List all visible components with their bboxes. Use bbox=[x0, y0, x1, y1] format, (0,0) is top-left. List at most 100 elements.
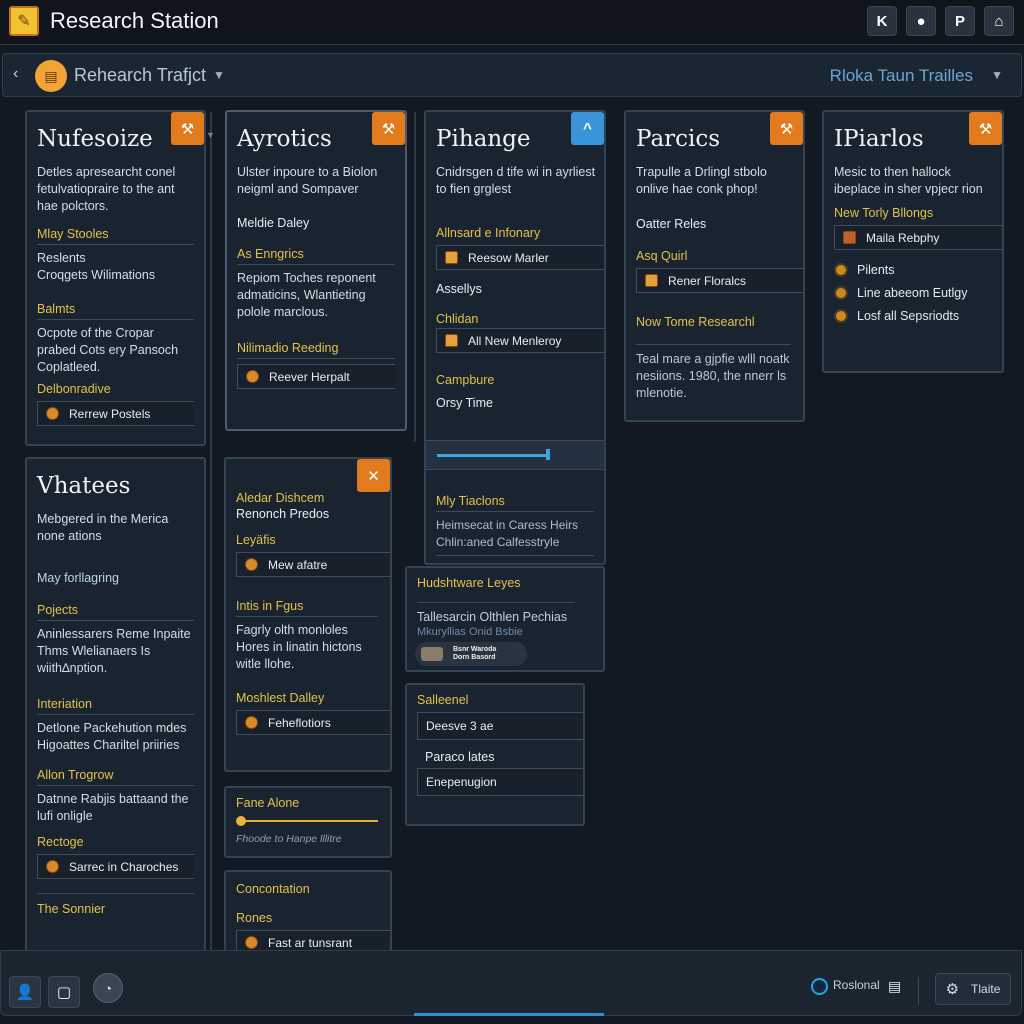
field-label: Sarrec in Charoches bbox=[69, 859, 179, 874]
section-header: Balmts bbox=[37, 302, 194, 320]
field-label: All New Menleroy bbox=[468, 333, 562, 348]
section-header: Salleenel bbox=[417, 693, 469, 707]
item-field[interactable]: Rener Floralcs bbox=[636, 268, 803, 293]
section-header: Chlidan bbox=[436, 312, 479, 326]
section-line: Croqgets Wilimations bbox=[37, 268, 156, 282]
time-slider[interactable] bbox=[426, 440, 604, 470]
back-chevron-icon[interactable]: ‹ bbox=[13, 65, 18, 83]
card-subtitle: Paraco lates bbox=[425, 750, 495, 764]
tool-icon[interactable]: ⚒ bbox=[770, 112, 803, 145]
field-label: Enepenugion bbox=[426, 775, 497, 789]
item-field[interactable]: Deesve 3 ae bbox=[417, 712, 583, 740]
section-header: Mlay Stooles bbox=[37, 227, 194, 245]
chevron-down-icon[interactable]: ▼ bbox=[991, 68, 1003, 82]
card-pihange: ^ Pihange Cnidrsgen d tife wi in ayrlies… bbox=[424, 110, 606, 565]
theme-button[interactable]: ⚙ Tlaite bbox=[935, 973, 1011, 1005]
gear-icon: ⚙ bbox=[945, 981, 960, 998]
section-header: Pojects bbox=[37, 603, 194, 621]
bullet-icon bbox=[834, 308, 848, 323]
chat-icon[interactable]: ◔ bbox=[93, 973, 123, 1003]
slider-handle[interactable] bbox=[546, 449, 550, 460]
card-concontation: Concontation Rones Fast ar tunsrant bbox=[224, 870, 392, 960]
section-header: Fane Alone bbox=[236, 796, 300, 810]
project-bar: ‹ ▤ Rehearch Trafjct ▼ Rloka Taun Traill… bbox=[2, 53, 1022, 97]
section-text: Heimsecat in Caress Heirs Chlin:aned Cal… bbox=[436, 517, 594, 556]
p-icon[interactable]: P bbox=[945, 6, 975, 36]
section-text: Fagrly olth monloles Hores in linatin hi… bbox=[236, 623, 362, 671]
card-subtitle: Meldie Daley bbox=[237, 216, 310, 230]
card-description: Detles apresearcht conel fetulvatioprair… bbox=[37, 165, 176, 213]
item-icon bbox=[445, 251, 458, 264]
monitor-icon[interactable]: ▤ bbox=[888, 978, 901, 995]
item-field[interactable]: All New Menleroy bbox=[436, 328, 604, 353]
close-icon[interactable]: ✕ bbox=[357, 459, 390, 492]
tool-icon[interactable]: ⚒ bbox=[372, 112, 405, 145]
item-field[interactable]: Mew afatre bbox=[236, 552, 390, 577]
card-ipiarlos: ⚒ IPiarlos Mesic to then hallock ibeplac… bbox=[822, 110, 1004, 373]
card-ayrotics: ⚒ Ayrotics Ulster inpoure to a Biolon ne… bbox=[225, 110, 407, 431]
list-item[interactable]: Pilents bbox=[834, 258, 1002, 281]
section-header: Campbure bbox=[436, 373, 495, 387]
section-header: As Enngrics bbox=[237, 247, 395, 265]
section-text: Aninlessarers Reme Inpaite Thms Wleliana… bbox=[37, 627, 191, 675]
item-field[interactable]: Reesow Marler bbox=[436, 245, 604, 270]
item-field[interactable]: Sarrec in Charoches bbox=[37, 854, 194, 879]
bullet-icon bbox=[834, 285, 848, 300]
card-vhatees: Vhatees Mebgered in the Merica none atio… bbox=[25, 457, 206, 957]
chevron-down-icon[interactable]: ▼ bbox=[213, 68, 225, 82]
media-chip[interactable]: Bsnr Waroda Dorn Basord bbox=[415, 642, 527, 666]
card-subtitle: Renonch Predos bbox=[236, 507, 330, 521]
card-description: Mebgered in the Merica none ations bbox=[37, 512, 169, 543]
tool-icon[interactable]: ⚒ bbox=[171, 112, 204, 145]
list-item-label: Pilents bbox=[857, 262, 895, 277]
card-subtitle: Assellys bbox=[436, 282, 482, 296]
filter-selector[interactable]: Rloka Taun Trailles bbox=[830, 66, 973, 86]
section-header: Aledar Dishcem bbox=[236, 491, 325, 505]
k-icon[interactable]: K bbox=[867, 6, 897, 36]
card-subtitle: Orsy Time bbox=[436, 396, 493, 410]
section-header: Delbonradive bbox=[37, 382, 111, 396]
section-header: Moshlest Dalley bbox=[236, 691, 325, 705]
item-icon bbox=[46, 860, 59, 873]
card-link[interactable]: May forllagring bbox=[37, 571, 194, 585]
user-icon[interactable]: 👤 bbox=[9, 976, 41, 1008]
section-header: Hudshtware Leyes bbox=[417, 576, 575, 603]
card-aledar: ✕ Aledar Dishcem Renonch Predos Leyäfis … bbox=[224, 457, 392, 772]
slider-handle[interactable] bbox=[236, 816, 246, 826]
item-field[interactable]: Reever Herpalt bbox=[237, 364, 395, 389]
list-item[interactable]: Losf all Sepsriodts bbox=[834, 304, 1002, 327]
card-description: Cnidrsgen d tife wi in ayrliest to fien … bbox=[436, 165, 596, 196]
title-bar: ✎ Research Station K ● P ⌂ bbox=[0, 0, 1024, 45]
bullet-icon bbox=[834, 262, 848, 277]
window-icon[interactable]: ▢ bbox=[48, 976, 80, 1008]
item-icon bbox=[245, 558, 258, 571]
project-selector[interactable]: Rehearch Trafjct bbox=[74, 65, 206, 86]
fane-slider[interactable] bbox=[236, 815, 380, 827]
column-divider bbox=[210, 112, 212, 950]
item-icon bbox=[245, 716, 258, 729]
user-desk-icon[interactable]: ⌂ bbox=[984, 6, 1014, 36]
item-field[interactable]: Rerrew Postels bbox=[37, 401, 194, 426]
chip-line: Bsnr Waroda bbox=[453, 646, 497, 653]
item-field[interactable]: Maila Rebphy bbox=[834, 225, 1002, 250]
item-field[interactable]: Enepenugion bbox=[417, 768, 583, 796]
field-label: Fast ar tunsrant bbox=[268, 935, 353, 950]
field-label: Reever Herpalt bbox=[269, 369, 350, 384]
field-label: Mew afatre bbox=[268, 557, 328, 572]
divider bbox=[918, 977, 919, 1005]
field-label: Feheflotiors bbox=[268, 715, 331, 730]
list-item-label: Line abeeom Eutlgy bbox=[857, 285, 968, 300]
section-text: Repiom Toches reponent admaticins, Wlant… bbox=[237, 271, 376, 319]
item-icon bbox=[245, 936, 258, 949]
list-item[interactable]: Line abeeom Eutlgy bbox=[834, 281, 1002, 304]
item-field[interactable]: Feheflotiors bbox=[236, 710, 390, 735]
card-description: Ulster inpoure to a Biolon neigml and So… bbox=[237, 165, 378, 196]
tool-icon[interactable]: ⚒ bbox=[969, 112, 1002, 145]
microphone-icon[interactable]: ● bbox=[906, 6, 936, 36]
item-icon bbox=[46, 407, 59, 420]
card-description: Trapulle a Drlingl stbolo onlive hae con… bbox=[636, 165, 767, 196]
collapse-caret-icon[interactable]: ▼ bbox=[206, 130, 215, 140]
section-header: Interiation bbox=[37, 697, 194, 715]
collapse-up-icon[interactable]: ^ bbox=[571, 112, 604, 145]
section-header: The Sonnier bbox=[37, 893, 194, 919]
